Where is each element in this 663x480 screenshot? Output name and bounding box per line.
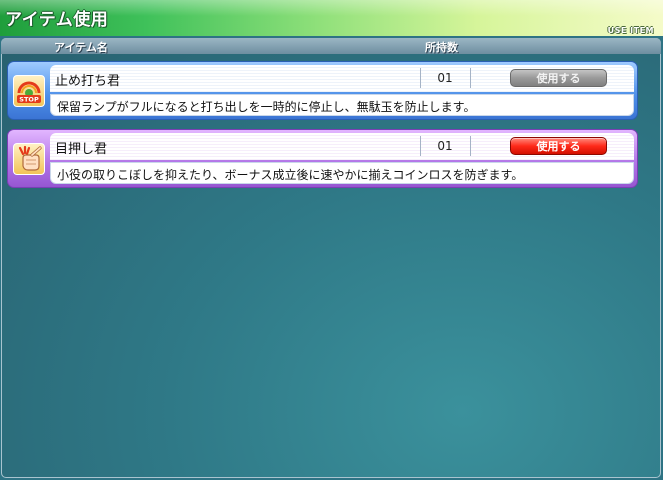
separator <box>470 136 471 156</box>
item-description-row: 小役の取りこぼしを抑えたり、ボーナス成立後に速やかに揃えコインロスを防ぎます。 <box>50 162 634 184</box>
item-description-row: 保留ランプがフルになると打ち出しを一時的に停止し、無駄玉を防止します。 <box>50 94 634 116</box>
use-item-button[interactable]: 使用する <box>510 137 607 155</box>
item-quantity: 01 <box>437 71 453 85</box>
window-title: アイテム使用 <box>5 10 109 30</box>
use-item-button-disabled[interactable]: 使用する <box>510 69 607 87</box>
item-name-row: 目押し君 01 使用する <box>50 133 634 160</box>
separator <box>420 136 421 156</box>
pointing-hand-icon <box>13 143 45 175</box>
item-card-meoshi: 目押し君 01 使用する 小役の取りこぼしを抑えたり、ボーナス成立後に速やかに揃… <box>7 129 638 188</box>
svg-text:STOP: STOP <box>19 96 39 104</box>
column-header-name: アイテム名 <box>54 41 108 54</box>
item-description: 小役の取りこぼしを抑えたり、ボーナス成立後に速やかに揃えコインロスを防ぎます。 <box>57 168 524 182</box>
item-name-row: 止め打ち君 01 使用する <box>50 65 634 92</box>
separator <box>470 68 471 88</box>
item-quantity: 01 <box>437 139 453 153</box>
item-card-tomeuchi: STOP 止め打ち君 01 使用する 保留ランプがフルになると打ち出しを一時的に… <box>7 61 638 120</box>
separator <box>420 68 421 88</box>
item-name: 止め打ち君 <box>55 74 121 89</box>
column-header: アイテム名 所持数 <box>1 38 661 54</box>
item-description: 保留ランプがフルになると打ち出しを一時的に停止し、無駄玉を防止します。 <box>57 100 476 114</box>
window-subtitle: USE ITEM <box>607 26 654 35</box>
column-header-quantity: 所持数 <box>425 41 458 54</box>
stop-sign-icon: STOP <box>13 75 45 107</box>
item-name: 目押し君 <box>55 142 108 157</box>
